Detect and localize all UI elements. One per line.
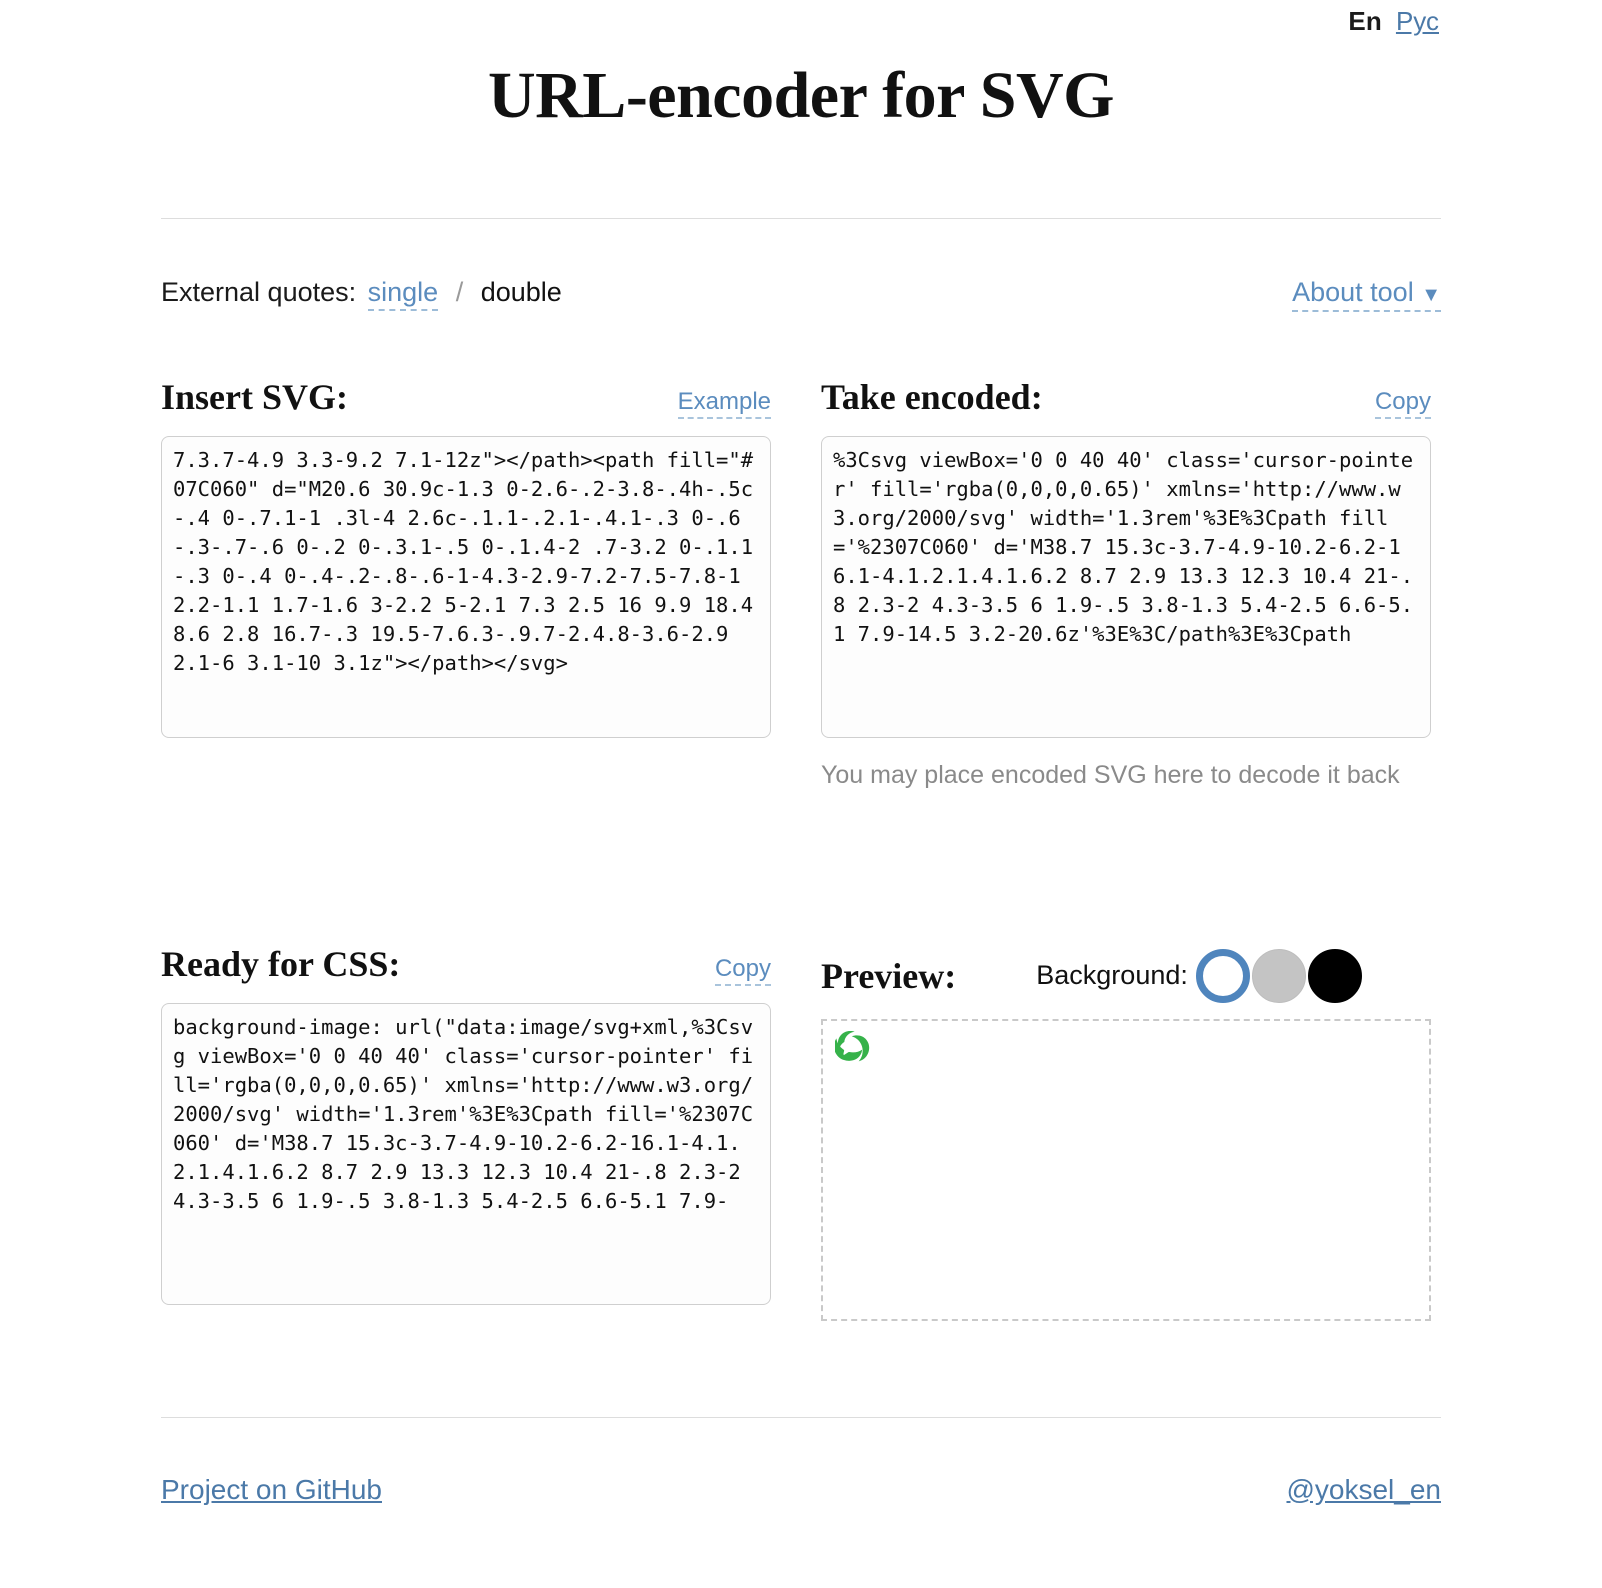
language-current-en[interactable]: En xyxy=(1348,6,1382,37)
encoded-textarea[interactable] xyxy=(821,436,1431,738)
external-quotes-group: External quotes: single / double xyxy=(161,277,566,311)
language-switcher: En Рус xyxy=(161,6,1441,46)
panel-insert-title: Insert SVG: xyxy=(161,377,348,417)
background-swatch-black[interactable] xyxy=(1307,948,1362,1003)
page-container: En Рус URL-encoder for SVG External quot… xyxy=(161,0,1441,1506)
preview-header: Preview: Background: xyxy=(821,945,1431,1007)
background-label: Background: xyxy=(1036,960,1188,991)
panel-ready-for-css: Ready for CSS: Copy xyxy=(161,943,771,1321)
recycle-arrows-icon xyxy=(833,1030,870,1062)
panel-take-encoded: Take encoded: Copy You may place encoded… xyxy=(821,377,1431,795)
css-textarea[interactable] xyxy=(161,1002,771,1305)
quotes-option-double[interactable]: double xyxy=(481,277,562,307)
panel-preview: Preview: Background: xyxy=(821,945,1431,1321)
language-link-ru[interactable]: Рус xyxy=(1396,6,1439,37)
panel-encoded-header: Take encoded: Copy xyxy=(821,377,1431,422)
background-swatches xyxy=(1195,948,1362,1003)
controls-row: External quotes: single / double About t… xyxy=(161,277,1441,312)
quotes-option-single[interactable]: single xyxy=(367,277,439,311)
footer: Project on GitHub @yoksel_en xyxy=(161,1474,1441,1506)
panel-css-header: Ready for CSS: Copy xyxy=(161,943,771,989)
github-link[interactable]: Project on GitHub xyxy=(161,1474,382,1506)
insert-svg-textarea[interactable] xyxy=(161,436,771,738)
header-divider xyxy=(161,218,1441,219)
background-swatch-gray[interactable] xyxy=(1251,948,1306,1003)
panel-encoded-title: Take encoded: xyxy=(821,377,1043,417)
quotes-separator: / xyxy=(455,277,464,307)
about-tool-toggle[interactable]: About tool ▼ xyxy=(1292,277,1441,312)
copy-css-link[interactable]: Copy xyxy=(714,955,771,986)
encoded-hint: You may place encoded SVG here to decode… xyxy=(821,761,1400,789)
example-link[interactable]: Example xyxy=(677,388,771,419)
footer-divider xyxy=(161,1416,1441,1418)
author-link[interactable]: @yoksel_en xyxy=(1286,1474,1441,1506)
panel-css-title: Ready for CSS: xyxy=(161,943,401,984)
page-title: URL-encoder for SVG xyxy=(487,59,1115,132)
page-root: En Рус URL-encoder for SVG External quot… xyxy=(0,0,1602,1588)
panels-grid: Insert SVG: Example Take encoded: Copy Y… xyxy=(161,377,1441,1321)
chevron-down-icon: ▼ xyxy=(1421,284,1441,306)
preview-canvas xyxy=(821,1018,1431,1321)
copy-encoded-link[interactable]: Copy xyxy=(1374,388,1431,419)
preview-title: Preview: xyxy=(821,955,957,996)
external-quotes-label: External quotes: xyxy=(161,277,357,307)
panel-insert-svg: Insert SVG: Example xyxy=(161,377,771,795)
panel-insert-header: Insert SVG: Example xyxy=(161,377,771,422)
about-tool-label: About tool xyxy=(1292,277,1414,307)
background-swatch-white[interactable] xyxy=(1195,948,1250,1003)
